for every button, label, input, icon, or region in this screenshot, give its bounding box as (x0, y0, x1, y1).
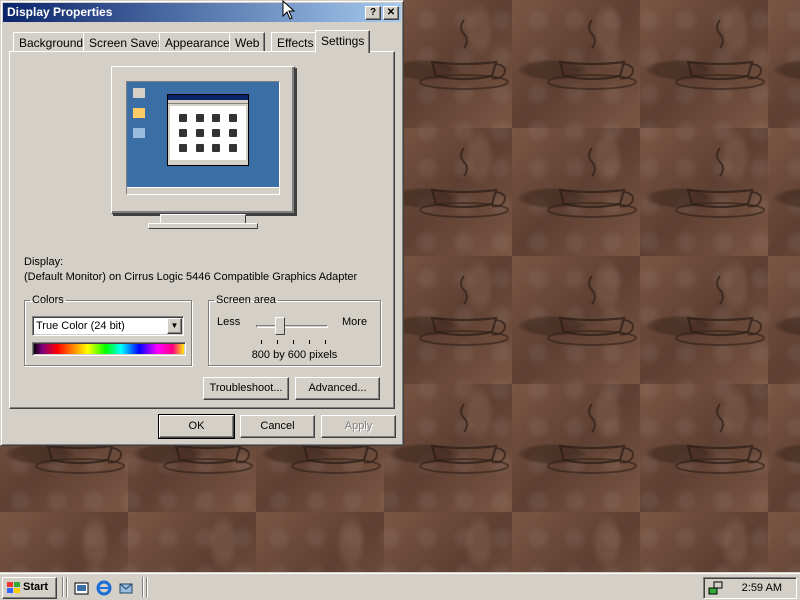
screen-area-legend: Screen area (216, 294, 276, 306)
preview-desktop-icon (133, 128, 145, 138)
show-desktop-icon[interactable] (74, 580, 90, 596)
start-button[interactable]: Start (2, 577, 57, 599)
colors-dropdown[interactable]: True Color (24 bit) ▼ (32, 316, 184, 336)
slider-tick (293, 340, 294, 344)
chevron-down-icon[interactable]: ▼ (167, 318, 182, 334)
apply-button[interactable]: Apply (321, 415, 396, 438)
clock[interactable]: 2:59 AM (742, 582, 782, 594)
troubleshoot-button[interactable]: Troubleshoot... (203, 377, 289, 400)
preview-window (167, 94, 249, 166)
taskbar-separator (146, 577, 148, 597)
tab-settings[interactable]: Settings (315, 30, 371, 53)
colors-legend: Colors (32, 294, 64, 306)
slider-tick (277, 340, 278, 344)
preview-desktop-icon (133, 88, 145, 98)
settings-panel: Display: (Default Monitor) on Cirrus Log… (9, 51, 395, 409)
window-title: Display Properties (7, 5, 113, 19)
screen-area-group: Screen area Less More 800 by 600 pixels (208, 294, 381, 366)
tab-screen-saver[interactable]: Screen Saver (83, 32, 168, 52)
slider-tick (309, 340, 310, 344)
resolution-text: 800 by 600 pixels (251, 349, 338, 361)
taskbar-separator (66, 577, 68, 597)
preview-taskbar (127, 187, 279, 194)
start-label: Start (23, 581, 49, 593)
display-adapter-text: (Default Monitor) on Cirrus Logic 5446 C… (24, 271, 358, 283)
internet-explorer-icon[interactable] (96, 580, 112, 596)
colors-group: Colors True Color (24 bit) ▼ (24, 294, 192, 366)
taskbar: Start 2:59 AM (0, 572, 800, 600)
help-button[interactable]: ? (365, 6, 381, 20)
taskbar-separator (62, 577, 64, 597)
advanced-button[interactable]: Advanced... (295, 377, 380, 400)
windows-logo-icon (7, 582, 20, 593)
network-icon[interactable] (708, 580, 724, 596)
resolution-slider-thumb[interactable] (274, 317, 285, 335)
outlook-express-icon[interactable] (118, 580, 134, 596)
mouse-cursor-icon (282, 0, 296, 20)
tab-effects[interactable]: Effects (271, 32, 320, 52)
close-button[interactable]: ✕ (383, 6, 399, 20)
display-label: Display: (24, 256, 64, 268)
monitor-preview (111, 66, 295, 214)
title-bar[interactable]: Display Properties ? ✕ (3, 3, 401, 22)
taskbar-separator (142, 577, 144, 597)
slider-tick (325, 340, 326, 344)
tab-background[interactable]: Background (13, 32, 90, 52)
cancel-button[interactable]: Cancel (240, 415, 315, 438)
color-spectrum-bar (32, 342, 186, 356)
tab-appearance[interactable]: Appearance (159, 32, 236, 52)
tab-web[interactable]: Web (229, 32, 266, 52)
less-label: Less (217, 316, 241, 328)
preview-desktop-icon (133, 108, 145, 118)
more-label: More (342, 316, 368, 328)
slider-tick (261, 340, 262, 344)
resolution-slider-track[interactable] (256, 325, 328, 328)
colors-dropdown-value: True Color (24 bit) (36, 320, 125, 332)
monitor-base (148, 223, 258, 229)
display-properties-window: Display Properties ? ✕ Background Screen… (0, 0, 404, 446)
preview-screen (126, 81, 280, 195)
ok-button[interactable]: OK (158, 414, 235, 439)
system-tray: 2:59 AM (703, 577, 797, 599)
